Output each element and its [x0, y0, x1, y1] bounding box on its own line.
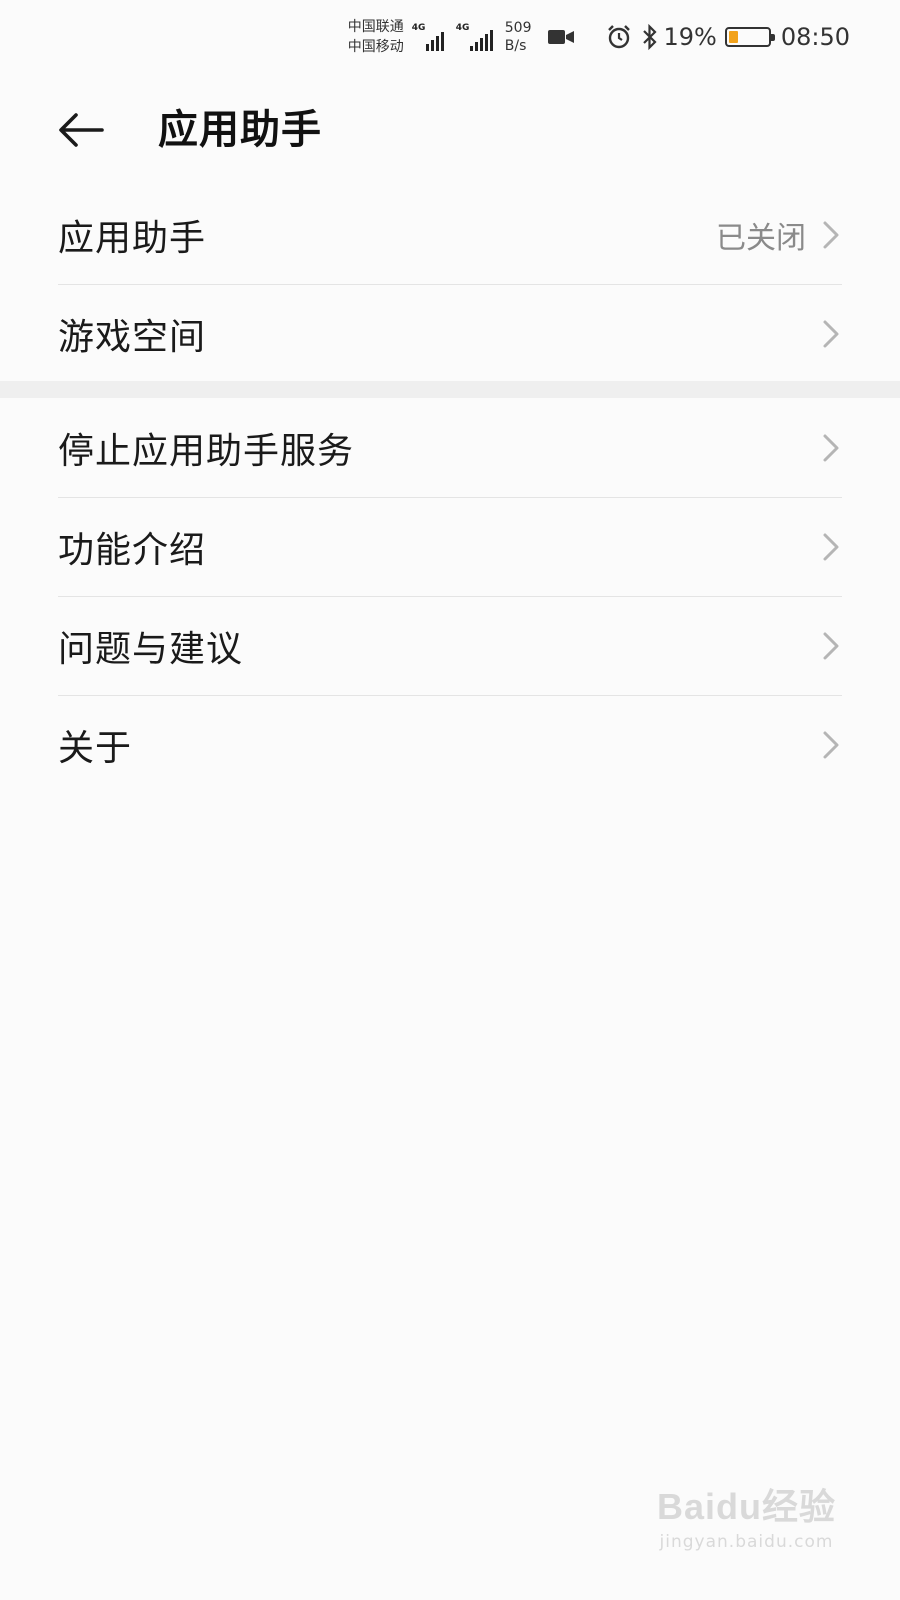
chevron-right-icon — [820, 432, 842, 464]
setting-row-feature-intro[interactable]: 功能介绍 — [58, 497, 842, 596]
battery-percent: 19% — [663, 23, 717, 51]
setting-row-feedback[interactable]: 问题与建议 — [58, 596, 842, 695]
network-type-1: 4G — [411, 23, 426, 33]
section-divider — [0, 381, 900, 398]
network-speed-unit: B/s — [504, 38, 527, 54]
setting-label: 停止应用助手服务 — [58, 430, 355, 472]
carrier-1: 中国联通 — [347, 19, 404, 35]
signal-1-icon: 4G — [412, 23, 444, 51]
setting-row-game-space[interactable]: 游戏空间 — [58, 284, 842, 383]
settings-group-1: 应用助手 已关闭 游戏空间 — [0, 185, 900, 383]
network-speed: 509 B/s — [505, 19, 532, 55]
baidu-watermark: Baidu经验 jingyan.baidu.com — [657, 1478, 836, 1552]
battery-level — [728, 31, 738, 43]
setting-label: 关于 — [58, 728, 133, 769]
carrier-names: 中国联通 中国移动 — [348, 17, 404, 57]
clock: 08:50 — [780, 23, 850, 51]
settings-group-2: 停止应用助手服务 功能介绍 问题与建议 关于 — [0, 398, 900, 794]
carrier-2: 中国移动 — [347, 39, 404, 55]
chevron-right-icon — [820, 219, 842, 251]
status-bar: 中国联通 中国移动 4G 4G 509 B/s 19% 08:50 — [0, 0, 900, 74]
setting-label: 功能介绍 — [58, 530, 207, 571]
signal-2-icon: 4G — [456, 23, 493, 51]
watermark-url: jingyan.baidu.com — [659, 1532, 834, 1552]
setting-label: 问题与建议 — [58, 629, 244, 670]
setting-row-about[interactable]: 关于 — [58, 695, 842, 794]
app-bar: 应用助手 — [0, 90, 900, 170]
setting-label: 应用助手 — [58, 217, 207, 259]
chevron-right-icon — [820, 729, 842, 761]
chevron-right-icon — [820, 531, 842, 563]
setting-label: 游戏空间 — [58, 317, 207, 358]
chevron-right-icon — [820, 318, 842, 350]
setting-row-stop-service[interactable]: 停止应用助手服务 — [58, 398, 842, 497]
chevron-right-icon — [820, 630, 842, 662]
video-icon — [547, 28, 575, 46]
setting-status-value: 已关闭 — [716, 220, 806, 256]
battery-icon — [724, 27, 775, 47]
network-speed-value: 509 — [504, 20, 532, 36]
page-title: 应用助手 — [158, 107, 322, 153]
back-button[interactable] — [58, 108, 112, 152]
watermark-brand: Baidu经验 — [656, 1486, 836, 1527]
arrow-left-icon — [59, 113, 104, 147]
phone-screen: 中国联通 中国移动 4G 4G 509 B/s 19% 08:50 应用助手 应… — [0, 0, 900, 1600]
network-type-2: 4G — [455, 23, 470, 33]
alarm-icon — [605, 23, 633, 51]
bluetooth-icon — [641, 23, 659, 51]
setting-row-app-assistant[interactable]: 应用助手 已关闭 — [58, 185, 842, 284]
